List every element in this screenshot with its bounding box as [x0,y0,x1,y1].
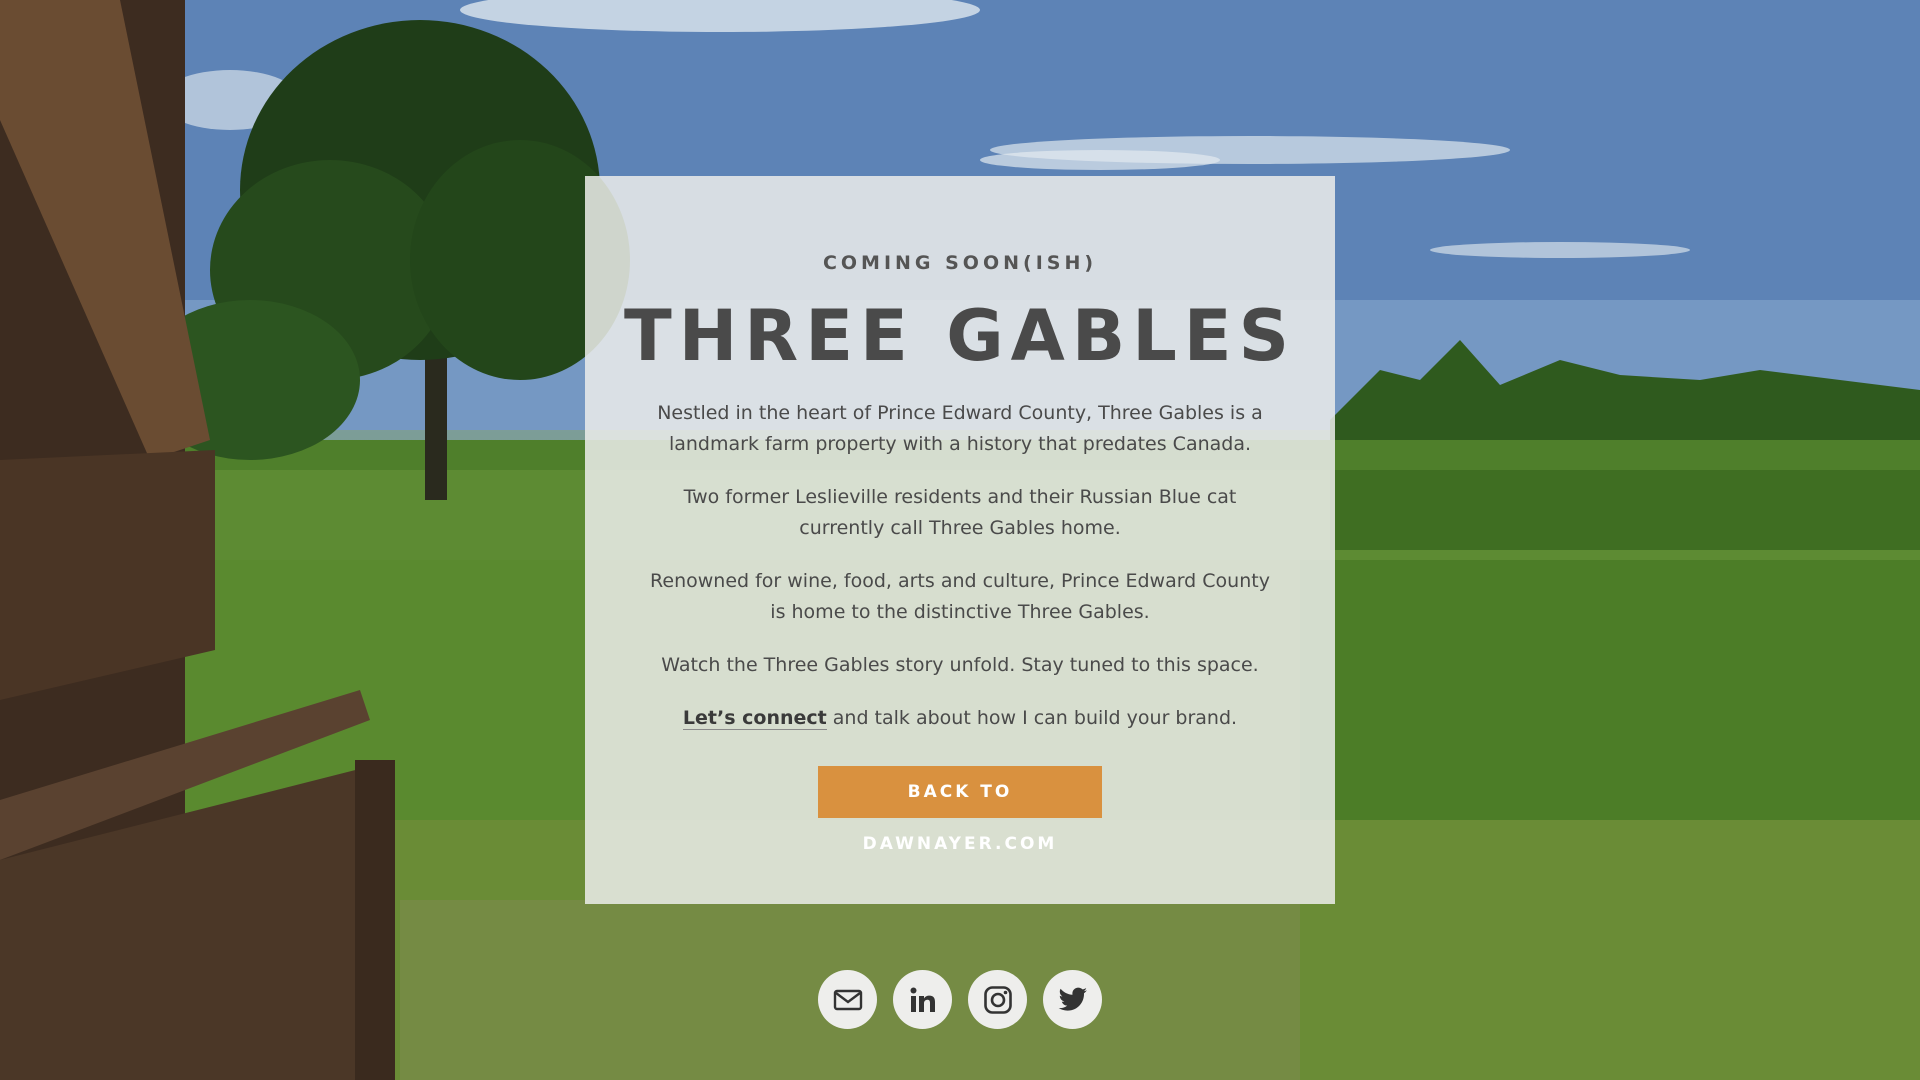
email-button[interactable] [818,970,877,1029]
page-background: COMING SOON(ISH) THREE GABLES Nestled in… [0,0,1920,1080]
page-title: THREE GABLES [623,295,1297,377]
county-paragraph: Renowned for wine, food, arts and cultur… [650,570,1270,623]
back-to-site-button[interactable]: BACK TO DAWNAYER.COM [818,766,1102,854]
info-card: COMING SOON(ISH) THREE GABLES Nestled in… [585,176,1335,904]
intro-paragraph: Nestled in the heart of Prince Edward Co… [657,402,1263,455]
eyebrow-text: COMING SOON(ISH) [822,252,1098,274]
connect-paragraph: Let’s connect and talk about how I can b… [585,703,1335,734]
twitter-icon [1058,987,1087,1011]
social-links [818,970,1102,1029]
stay-tuned-paragraph: Watch the Three Gables story unfold. Sta… [661,654,1259,676]
instagram-button[interactable] [968,970,1027,1029]
linkedin-button[interactable] [893,970,952,1029]
connect-rest-text: and talk about how I can build your bran… [826,707,1238,729]
connect-link[interactable]: Let’s connect [682,707,827,730]
twitter-button[interactable] [1043,970,1102,1029]
linkedin-icon [910,987,935,1012]
instagram-icon [983,985,1012,1014]
residents-paragraph: Two former Leslieville residents and the… [683,486,1237,539]
mail-icon [833,989,862,1010]
